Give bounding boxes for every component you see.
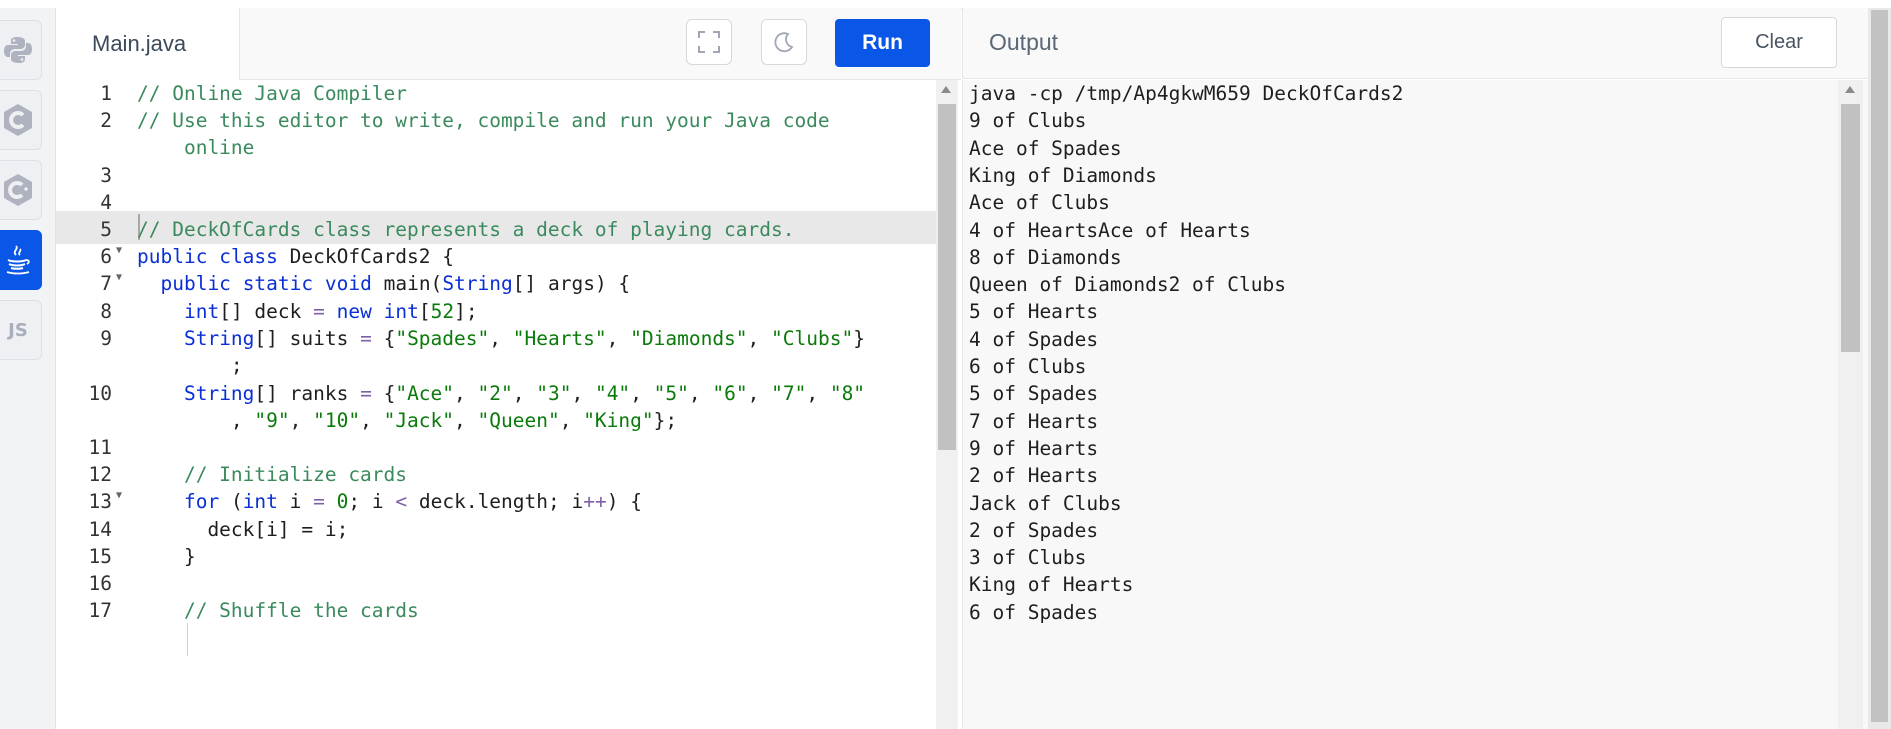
output-line: Ace of Clubs xyxy=(969,191,1110,215)
output-line: 4 of Spades xyxy=(969,327,1099,351)
fullscreen-button[interactable] xyxy=(686,19,732,65)
output-line: 2 of Hearts xyxy=(969,464,1099,488)
output-line: King of Hearts xyxy=(969,573,1134,597)
javascript-lang-button[interactable]: JS xyxy=(0,300,42,360)
python-icon xyxy=(4,37,32,63)
scroll-up-arrow-icon[interactable] xyxy=(1845,86,1855,93)
output-scrollbar[interactable] xyxy=(1838,80,1863,729)
fullscreen-icon xyxy=(698,31,720,53)
output-line: Ace of Spades xyxy=(969,136,1122,160)
c-lang-button[interactable] xyxy=(0,90,42,150)
theme-toggle-button[interactable] xyxy=(761,19,807,65)
moon-icon xyxy=(774,32,794,53)
output-line: 9 of Hearts xyxy=(969,436,1099,460)
output-scrollbar-thumb[interactable] xyxy=(1841,104,1860,352)
java-icon xyxy=(6,245,30,275)
code-editor[interactable]: 1// Online Java Compiler 2// Use this ed… xyxy=(56,80,961,729)
language-sidebar: JS xyxy=(0,8,56,729)
output-line: 6 of Spades xyxy=(969,600,1099,624)
output-line: 5 of Hearts xyxy=(969,300,1099,324)
cpp-icon xyxy=(4,174,32,206)
indent-guide xyxy=(187,623,188,656)
output-console: java -cp /tmp/Ap4gkwM659 DeckOfCards2 9 o… xyxy=(962,80,1868,729)
output-line: King of Diamonds xyxy=(969,163,1157,187)
javascript-icon: JS xyxy=(8,319,28,341)
editor-scrollbar-thumb[interactable] xyxy=(938,104,956,450)
output-title: Output xyxy=(989,29,1059,55)
python-lang-button[interactable] xyxy=(0,20,42,80)
output-line: Queen of Diamonds2 of Clubs xyxy=(969,273,1286,297)
fold-arrow-icon[interactable]: ▼ xyxy=(116,490,122,501)
cpp-lang-button[interactable] xyxy=(0,160,42,220)
c-icon xyxy=(4,104,32,136)
clear-button[interactable]: Clear xyxy=(1721,17,1837,68)
output-line: Jack of Clubs xyxy=(969,491,1122,515)
fold-arrow-icon[interactable]: ▼ xyxy=(116,245,122,256)
page-scrollbar-thumb[interactable] xyxy=(1871,10,1888,722)
file-tab[interactable]: Main.java xyxy=(56,8,240,80)
output-line: 2 of Spades xyxy=(969,518,1099,542)
editor-toolbar: Main.java Run xyxy=(56,8,961,80)
output-line: 5 of Spades xyxy=(969,382,1099,406)
run-button[interactable]: Run xyxy=(835,19,930,67)
output-line: 6 of Clubs xyxy=(969,355,1087,378)
scroll-up-arrow-icon[interactable] xyxy=(941,86,951,93)
fold-arrow-icon[interactable]: ▼ xyxy=(116,272,122,283)
output-line: 9 of Clubs xyxy=(969,109,1087,133)
java-lang-button[interactable] xyxy=(0,230,42,290)
output-line: 4 of HeartsAce of Hearts xyxy=(969,218,1251,242)
output-line: java -cp /tmp/Ap4gkwM659 DeckOfCards2 xyxy=(969,82,1404,105)
output-line: 7 of Hearts xyxy=(969,409,1099,433)
output-header: Output Clear xyxy=(962,8,1868,79)
page-scrollbar[interactable] xyxy=(1868,8,1891,729)
output-line: 8 of Diamonds xyxy=(969,245,1122,269)
output-line: 3 of Clubs xyxy=(969,546,1087,570)
editor-scrollbar[interactable] xyxy=(936,80,958,729)
